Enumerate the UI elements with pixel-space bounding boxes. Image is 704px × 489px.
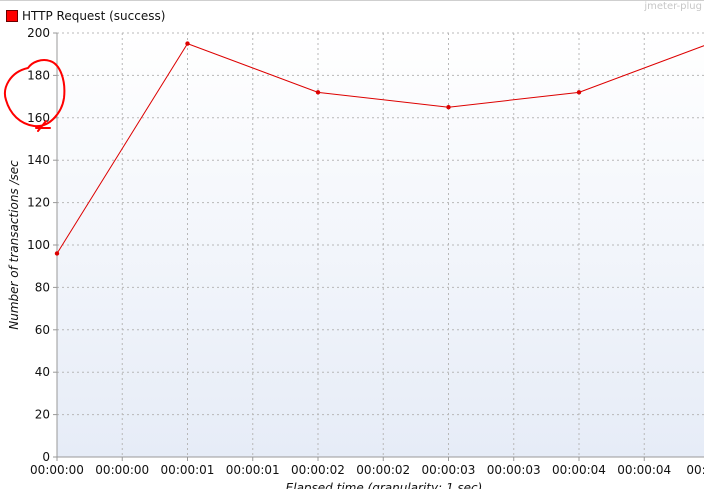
x-tick-label: 00:00:04 xyxy=(617,463,671,477)
y-tick-label: 160 xyxy=(27,111,50,125)
x-tick-label: 00:00:02 xyxy=(356,463,410,477)
x-tick-label: 00:00:00 xyxy=(95,463,149,477)
y-tick-label: 0 xyxy=(42,450,50,464)
x-tick-label: 00:00:00 xyxy=(30,463,84,477)
line-chart: 0 20 40 60 80 100 120 140 160 180 200 00:00:00 00:00… xyxy=(4,26,704,489)
data-point xyxy=(576,90,582,95)
y-tick-label: 80 xyxy=(35,280,50,294)
y-tick-label: 60 xyxy=(35,323,50,337)
y-tick-label: 120 xyxy=(27,196,50,210)
y-axis-title: Number of transactions /sec xyxy=(7,160,21,330)
x-tick-label: 00:00:03 xyxy=(422,463,476,477)
y-tick-label: 140 xyxy=(27,153,50,167)
y-tick-label: 180 xyxy=(27,68,50,82)
x-tick-label: 00:00:0 xyxy=(686,463,704,477)
data-point xyxy=(446,105,451,110)
x-tick-label: 00:00:04 xyxy=(552,463,606,477)
data-point xyxy=(185,41,190,46)
x-tick-label: 00:00:01 xyxy=(161,463,215,477)
x-tick-label: 00:00:03 xyxy=(487,463,541,477)
y-tick-label: 200 xyxy=(27,26,50,40)
y-tick-label: 100 xyxy=(27,238,50,252)
y-tick-label: 40 xyxy=(35,365,50,379)
y-tick-label: 20 xyxy=(35,408,50,422)
x-tick-label: 00:00:01 xyxy=(226,463,280,477)
x-axis-title: Elapsed time (granularity: 1 sec) xyxy=(286,481,483,489)
data-point xyxy=(315,90,321,95)
x-tick-label: 00:00:02 xyxy=(291,463,345,477)
data-point xyxy=(54,251,60,256)
